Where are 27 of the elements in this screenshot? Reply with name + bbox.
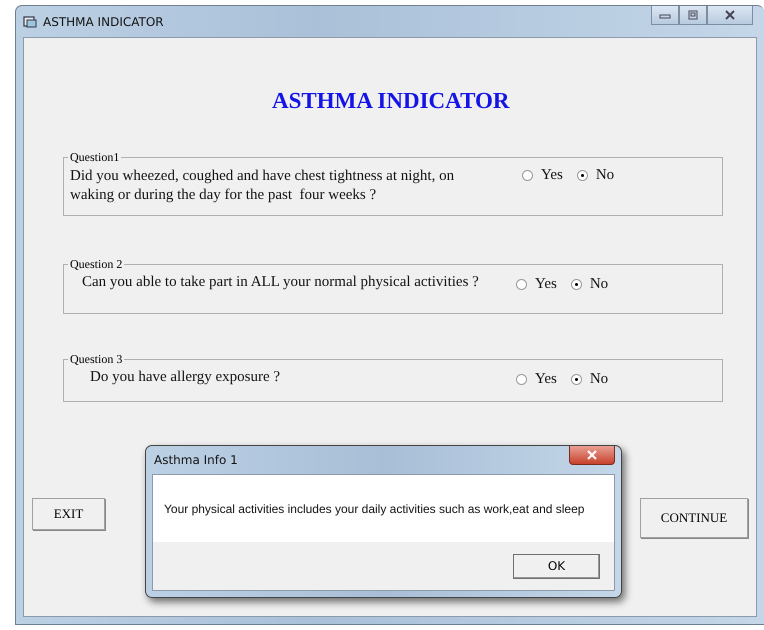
ok-button[interactable]: OK (513, 554, 600, 578)
close-button[interactable] (569, 446, 615, 465)
question-text: Can you able to take part in ALL your normal physical activities ? (81, 273, 480, 292)
group-label: Question 2 (69, 257, 124, 272)
exit-button[interactable]: EXIT (32, 498, 105, 530)
close-button[interactable] (707, 6, 753, 25)
dialog-message: Your physical activities includes your daily activities such as work,eat and sleep (164, 502, 584, 516)
group-label: Question 3 (69, 352, 124, 367)
form-heading: ASTHMA INDICATOR (271, 88, 511, 114)
group-label: Question1 (69, 150, 120, 165)
question-text: Do you have allergy exposure ? (89, 368, 282, 387)
radio-option[interactable]: Yes (516, 371, 557, 388)
close-icon (586, 450, 598, 460)
maximize-icon (687, 10, 699, 20)
window-icon (23, 16, 37, 28)
dialog-title: Asthma Info 1 (154, 453, 238, 467)
radio-option[interactable]: No (576, 167, 614, 184)
radio-option[interactable]: No (570, 276, 608, 293)
close-icon (724, 10, 736, 20)
radio-option[interactable]: Yes (516, 276, 557, 293)
maximize-button[interactable] (679, 6, 707, 25)
minimize-button[interactable] (651, 6, 679, 25)
window-title: ASTHMA INDICATOR (43, 14, 164, 28)
radio-option[interactable]: No (570, 371, 608, 388)
radio-option[interactable]: Yes (522, 167, 563, 184)
continue-button[interactable]: CONTINUE (640, 498, 748, 538)
question-text: Did you wheezed, coughed and have chest tightness at night, on waking or during the day for the past four weeks ? (70, 167, 456, 205)
